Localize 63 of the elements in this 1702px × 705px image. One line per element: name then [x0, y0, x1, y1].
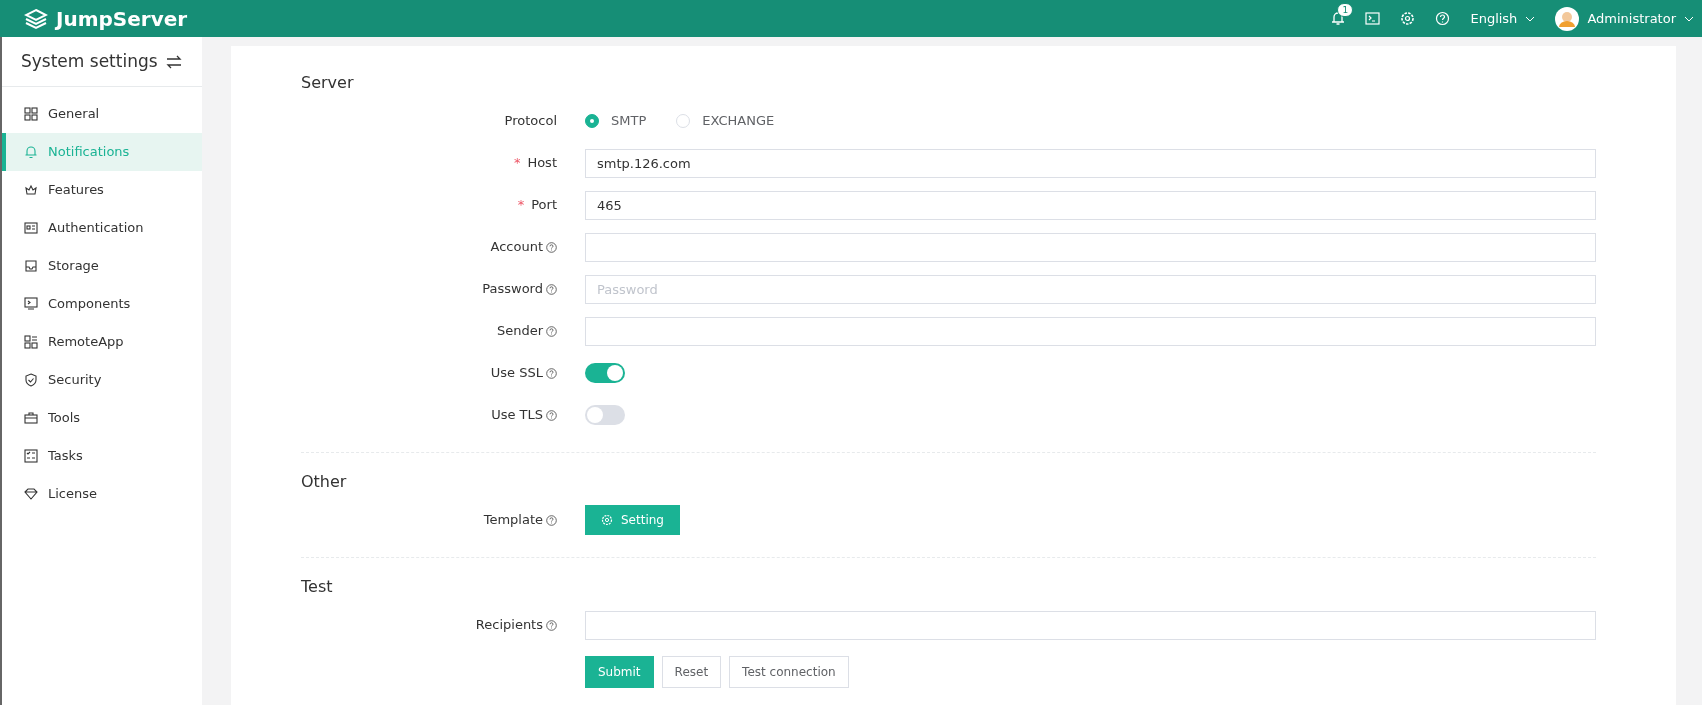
field-label: Account — [490, 238, 543, 257]
swap-icon[interactable] — [166, 54, 182, 69]
field-label: Template — [483, 511, 543, 530]
monitor-icon — [24, 297, 38, 311]
input-field[interactable] — [585, 232, 1596, 262]
terminal-icon[interactable] — [1365, 12, 1381, 25]
sidebar-item[interactable]: RemoteApp — [2, 323, 202, 361]
field-label: Use SSL — [490, 364, 543, 383]
gear-icon — [601, 514, 613, 526]
bell-icon[interactable] — [1331, 11, 1346, 26]
toggle-switch[interactable] — [585, 405, 625, 425]
sidebar-item[interactable]: Tasks — [2, 437, 202, 475]
input-field[interactable] — [585, 316, 1596, 346]
sidebar-item[interactable]: Storage — [2, 247, 202, 285]
sidebar-item[interactable]: Security — [2, 361, 202, 399]
section-title: Other — [301, 471, 348, 493]
field-label: Host — [527, 154, 557, 173]
sidebar-title: System settings — [21, 49, 158, 73]
caret-icon — [1684, 15, 1694, 22]
logo-text: JumpServer — [56, 5, 188, 33]
radio-option[interactable]: EXCHANGE — [676, 111, 775, 131]
notification-count: 1 — [1337, 3, 1354, 17]
input-field[interactable]: Password — [585, 274, 1596, 304]
grid-icon — [24, 107, 38, 121]
avatar-icon — [1555, 6, 1580, 31]
field-label: Protocol — [504, 112, 557, 131]
required-mark: * — [513, 154, 521, 173]
field-label: Sender — [496, 322, 543, 341]
apps-icon — [24, 335, 38, 349]
field-label: Use TLS — [491, 406, 543, 425]
field-label: Password — [482, 280, 543, 299]
input-field[interactable]: 465 — [585, 190, 1596, 220]
section-title: Test — [301, 576, 334, 598]
idcard-icon — [24, 221, 38, 235]
input-field[interactable]: smtp.126.com — [585, 148, 1596, 178]
bell-icon — [24, 145, 38, 159]
sidebar-item[interactable]: Tools — [2, 399, 202, 437]
language-dropdown[interactable]: English — [1470, 8, 1536, 29]
action-button[interactable]: Test connection — [729, 656, 849, 688]
inbox-icon — [24, 259, 38, 273]
tasks-icon — [24, 449, 38, 463]
field-label: Recipients — [475, 616, 543, 635]
sidebar-item[interactable]: Components — [2, 285, 202, 323]
sidebar-item[interactable]: License — [2, 475, 202, 513]
action-button[interactable]: Reset — [661, 656, 722, 688]
user-menu[interactable]: Administrator — [1555, 6, 1694, 31]
required-mark: * — [517, 196, 525, 215]
sidebar-item[interactable]: Features — [2, 171, 202, 209]
crown-icon — [24, 183, 38, 197]
shield-icon — [24, 373, 38, 387]
help-icon[interactable] — [1435, 11, 1451, 26]
caret-icon — [1525, 15, 1536, 22]
toggle-switch[interactable] — [585, 363, 625, 383]
section-title: Server — [301, 72, 355, 94]
sidebar-item[interactable]: General — [2, 95, 202, 133]
radio-option[interactable]: SMTP — [585, 111, 647, 131]
sidebar-item[interactable]: Authentication — [2, 209, 202, 247]
logo-icon — [24, 7, 48, 30]
toolbox-icon — [24, 411, 38, 425]
input-field[interactable] — [585, 610, 1596, 640]
diamond-icon — [24, 487, 38, 501]
settings-icon[interactable] — [1400, 11, 1416, 26]
field-label: Port — [531, 196, 557, 215]
